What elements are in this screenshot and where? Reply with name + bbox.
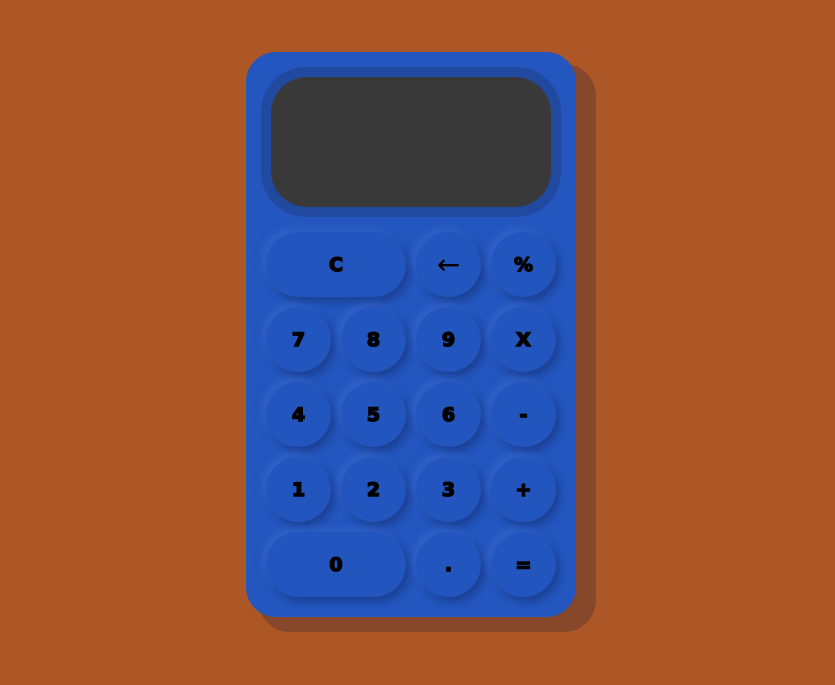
backspace-button[interactable]: ← xyxy=(416,232,481,297)
digit-3-button[interactable]: 3 xyxy=(416,457,481,522)
subtract-button[interactable]: - xyxy=(491,382,556,447)
display xyxy=(271,77,551,207)
digit-7-button[interactable]: 7 xyxy=(266,307,331,372)
add-button[interactable]: + xyxy=(491,457,556,522)
digit-1-button[interactable]: 1 xyxy=(266,457,331,522)
digit-9-button[interactable]: 9 xyxy=(416,307,481,372)
digit-6-button[interactable]: 6 xyxy=(416,382,481,447)
digit-8-button[interactable]: 8 xyxy=(341,307,406,372)
digit-4-button[interactable]: 4 xyxy=(266,382,331,447)
display-frame xyxy=(261,67,561,217)
digit-0-button[interactable]: 0 xyxy=(266,532,406,597)
decimal-button[interactable]: . xyxy=(416,532,481,597)
calculator: C ←% 7 8 9 X 4 5 6- 1 2 3 +0. = xyxy=(246,52,576,617)
multiply-button[interactable]: X xyxy=(491,307,556,372)
clear-button[interactable]: C xyxy=(266,232,406,297)
digit-2-button[interactable]: 2 xyxy=(341,457,406,522)
digit-5-button[interactable]: 5 xyxy=(341,382,406,447)
equals-button[interactable]: = xyxy=(491,532,556,597)
percent-button[interactable]: % xyxy=(491,232,556,297)
